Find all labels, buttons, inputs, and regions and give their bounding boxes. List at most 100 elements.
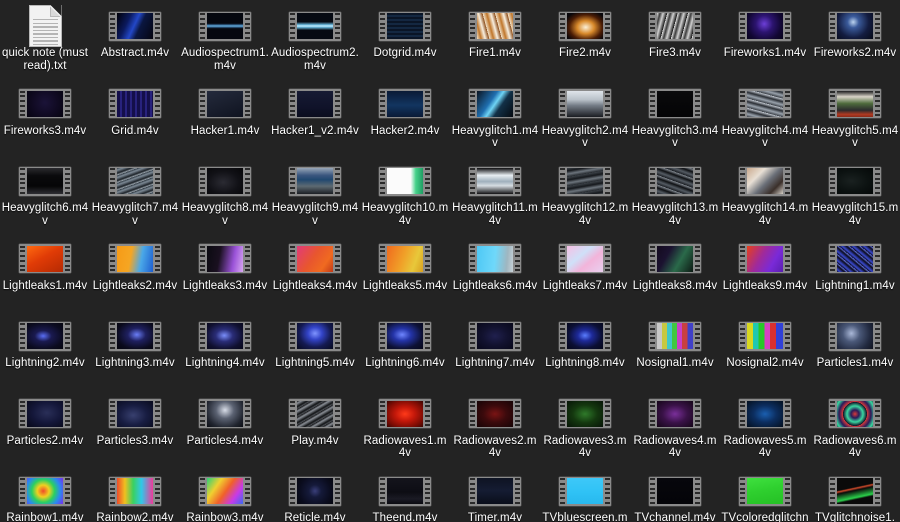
file-item[interactable]: Nosignal2.m4v [720, 314, 810, 392]
file-item[interactable]: quick note (must read).txt [0, 4, 90, 82]
file-item[interactable]: Fireworks3.m4v [0, 82, 90, 160]
film-sprocket-holes-right [335, 478, 340, 505]
video-thumbnail [747, 246, 783, 272]
file-item[interactable]: Lightleaks7.m4v [540, 237, 630, 315]
file-item[interactable]: Radiowaves2.m4v [450, 392, 540, 470]
file-item[interactable]: Lightning3.m4v [90, 314, 180, 392]
file-label: Lightleaks5.m4v [361, 280, 449, 293]
file-item[interactable]: Lightning7.m4v [450, 314, 540, 392]
file-item[interactable]: Lightleaks4.m4v [270, 237, 360, 315]
film-sprocket-holes-left [200, 400, 205, 427]
file-item[interactable]: Lightleaks8.m4v [630, 237, 720, 315]
file-item[interactable]: Fireworks2.m4v [810, 4, 900, 82]
film-sprocket-holes-right [695, 245, 700, 272]
file-item[interactable]: Radiowaves4.m4v [630, 392, 720, 470]
file-item[interactable]: Lightning4.m4v [180, 314, 270, 392]
file-item[interactable]: Heavyglitch10.m4v [360, 159, 450, 237]
film-sprocket-holes-left [20, 478, 25, 505]
file-item[interactable]: Heavyglitch12.m4v [540, 159, 630, 237]
file-item[interactable]: Fire1.m4v [450, 4, 540, 82]
film-strip-icon [288, 473, 342, 509]
film-sprocket-holes-right [335, 13, 340, 40]
file-icon-grid[interactable]: quick note (must read).txtAbstract.m4vAu… [0, 0, 900, 522]
film-sprocket-holes-right [155, 323, 160, 350]
file-item[interactable]: Particles3.m4v [90, 392, 180, 470]
file-item[interactable]: TVcoloredglitchnoise.m4v [720, 469, 810, 522]
film-strip-body [289, 12, 341, 41]
file-item[interactable]: Hacker2.m4v [360, 82, 450, 160]
file-item[interactable]: Fireworks1.m4v [720, 4, 810, 82]
film-sprocket-holes-right [785, 245, 790, 272]
film-sprocket-holes-right [605, 323, 610, 350]
file-item[interactable]: Heavyglitch1.m4v [450, 82, 540, 160]
file-item[interactable]: Rainbow2.m4v [90, 469, 180, 522]
file-item[interactable]: Hacker1.m4v [180, 82, 270, 160]
file-item[interactable]: Heavyglitch6.m4v [0, 159, 90, 237]
file-item[interactable]: Heavyglitch5.m4v [810, 82, 900, 160]
file-item[interactable]: Fire3.m4v [630, 4, 720, 82]
video-thumbnail [567, 168, 603, 194]
file-label: Heavyglitch2.m4v [541, 125, 629, 150]
file-item[interactable]: Heavyglitch3.m4v [630, 82, 720, 160]
file-item[interactable]: Radiowaves5.m4v [720, 392, 810, 470]
file-item[interactable]: Heavyglitch15.m4v [810, 159, 900, 237]
file-item[interactable]: Nosignal1.m4v [630, 314, 720, 392]
file-label: Lightleaks2.m4v [91, 280, 179, 293]
file-item[interactable]: Lightleaks5.m4v [360, 237, 450, 315]
file-item[interactable]: Lightning8.m4v [540, 314, 630, 392]
file-item[interactable]: Fire2.m4v [540, 4, 630, 82]
file-label: Particles1.m4v [811, 357, 899, 370]
file-item[interactable]: Hacker1_v2.m4v [270, 82, 360, 160]
file-item[interactable]: Play.m4v [270, 392, 360, 470]
film-strip-icon [378, 163, 432, 199]
film-strip-icon [468, 86, 522, 122]
file-item[interactable]: Theend.m4v [360, 469, 450, 522]
file-item[interactable]: Heavyglitch13.m4v [630, 159, 720, 237]
file-item[interactable]: Reticle.m4v [270, 469, 360, 522]
file-label: Heavyglitch11.m4v [451, 202, 539, 227]
film-sprocket-holes-right [65, 168, 70, 195]
file-item[interactable]: Heavyglitch4.m4v [720, 82, 810, 160]
file-item[interactable]: Audiospectrum2.m4v [270, 4, 360, 82]
video-thumbnail [207, 13, 243, 39]
file-item[interactable]: Timer.m4v [450, 469, 540, 522]
file-item[interactable]: Lightning1.m4v [810, 237, 900, 315]
film-strip-body [289, 477, 341, 506]
file-item[interactable]: Particles4.m4v [180, 392, 270, 470]
film-strip-body [199, 12, 251, 41]
file-item[interactable]: Heavyglitch11.m4v [450, 159, 540, 237]
file-item[interactable]: Rainbow1.m4v [0, 469, 90, 522]
film-sprocket-holes-right [65, 323, 70, 350]
file-item[interactable]: Lightleaks6.m4v [450, 237, 540, 315]
file-item[interactable]: Lightleaks2.m4v [90, 237, 180, 315]
file-item[interactable]: Heavyglitch2.m4v [540, 82, 630, 160]
film-strip-icon [198, 163, 252, 199]
file-item[interactable]: Grid.m4v [90, 82, 180, 160]
desktop-file-browser[interactable]: quick note (must read).txtAbstract.m4vAu… [0, 0, 900, 522]
file-item[interactable]: Rainbow3.m4v [180, 469, 270, 522]
file-item[interactable]: TVglitchnoise1.m4v [810, 469, 900, 522]
file-item[interactable]: Heavyglitch8.m4v [180, 159, 270, 237]
film-sprocket-holes-left [560, 478, 565, 505]
file-item[interactable]: Radiowaves1.m4v [360, 392, 450, 470]
file-item[interactable]: Lightning2.m4v [0, 314, 90, 392]
file-item[interactable]: TVchannel.m4v [630, 469, 720, 522]
file-item[interactable]: Lightning6.m4v [360, 314, 450, 392]
file-item[interactable]: Lightleaks1.m4v [0, 237, 90, 315]
file-item[interactable]: Lightleaks3.m4v [180, 237, 270, 315]
file-item[interactable]: Dotgrid.m4v [360, 4, 450, 82]
film-strip-icon [738, 318, 792, 354]
file-item[interactable]: Radiowaves6.m4v [810, 392, 900, 470]
file-item[interactable]: Particles2.m4v [0, 392, 90, 470]
file-item[interactable]: Heavyglitch9.m4v [270, 159, 360, 237]
file-item[interactable]: Abstract.m4v [90, 4, 180, 82]
file-item[interactable]: Lightleaks9.m4v [720, 237, 810, 315]
file-item[interactable]: Lightning5.m4v [270, 314, 360, 392]
file-item[interactable]: TVbluescreen.m4v [540, 469, 630, 522]
file-item[interactable]: Particles1.m4v [810, 314, 900, 392]
film-strip-body [109, 399, 161, 428]
file-item[interactable]: Heavyglitch14.m4v [720, 159, 810, 237]
file-item[interactable]: Audiospectrum1.m4v [180, 4, 270, 82]
file-item[interactable]: Radiowaves3.m4v [540, 392, 630, 470]
file-item[interactable]: Heavyglitch7.m4v [90, 159, 180, 237]
